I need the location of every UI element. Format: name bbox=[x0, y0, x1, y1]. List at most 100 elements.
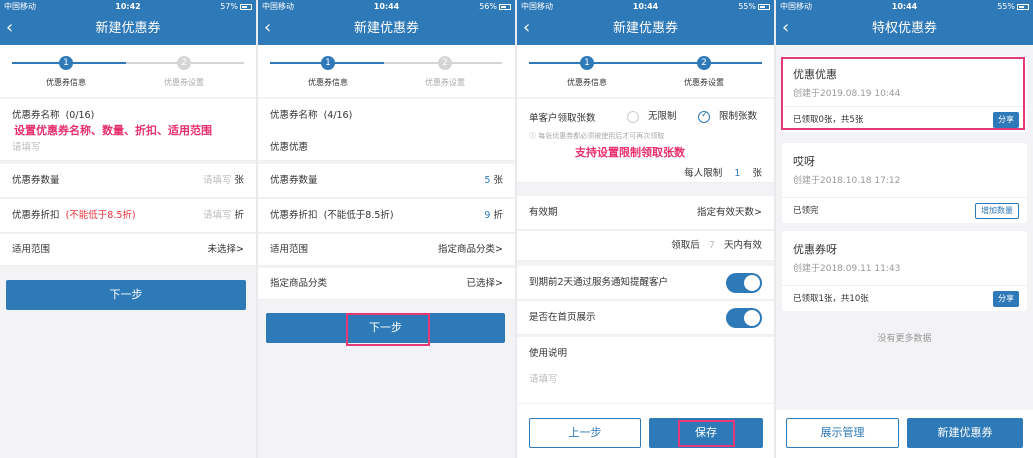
option-limited[interactable]: 限制张数 bbox=[698, 108, 757, 123]
coupon-qty-label: 优惠券数量 bbox=[12, 175, 60, 186]
radio-limited[interactable] bbox=[698, 110, 710, 123]
clock: 10:42 bbox=[115, 2, 141, 11]
coupon-name-label: 优惠券名称 bbox=[12, 110, 60, 121]
per-person-label: 每人限制 bbox=[684, 168, 723, 179]
qty-unit: 张 bbox=[493, 175, 503, 186]
after-unit: 天内有效 bbox=[723, 240, 762, 251]
discount-input[interactable]: 9 bbox=[484, 210, 490, 221]
annotation-text: 支持设置限制领取张数 bbox=[575, 146, 685, 159]
status-bar: 中国移动 10:42 57% bbox=[0, 0, 256, 13]
desc-input[interactable]: 请填写 bbox=[529, 371, 558, 385]
step-2-dot: 2 bbox=[438, 56, 452, 70]
category-row[interactable]: 指定商品分类 已选择> bbox=[258, 268, 515, 300]
nav-bar: ‹ 新建优惠券 bbox=[0, 13, 256, 45]
screen-new-coupon-step1-filled: 中国移动 10:44 56% ‹ 新建优惠券 1 2 优惠券信息 优惠券设置 优… bbox=[258, 0, 515, 458]
description-row: 使用说明 请填写 bbox=[517, 337, 774, 403]
scope-value[interactable]: 指定商品分类> bbox=[438, 234, 503, 266]
category-value[interactable]: 已选择> bbox=[467, 268, 503, 300]
category-label: 指定商品分类 bbox=[270, 278, 328, 289]
coupon-card[interactable]: 哎呀 创建于2018.10.18 17:12 已领完 增加数量 bbox=[782, 143, 1027, 223]
display-management-button[interactable]: 展示管理 bbox=[786, 418, 899, 448]
notify-toggle[interactable] bbox=[726, 273, 762, 293]
coupon-card[interactable]: 优惠券呀 创建于2018.09.11 11:43 已领取1张，共10张 分享 bbox=[782, 231, 1027, 311]
page-title: 特权优惠券 bbox=[871, 21, 937, 36]
next-button[interactable]: 下一步 bbox=[6, 280, 246, 310]
page-title: 新建优惠券 bbox=[353, 21, 419, 36]
step-2-dot: 2 bbox=[697, 56, 711, 70]
limit-label: 单客户领取张数 bbox=[529, 113, 596, 124]
battery-icon bbox=[240, 3, 252, 10]
step-indicator: 1 2 优惠券信息 优惠券设置 bbox=[517, 45, 774, 97]
highlight-box bbox=[346, 313, 430, 346]
coupon-name-row[interactable]: 优惠券名称 (4/16) 优惠优惠 bbox=[258, 99, 515, 161]
step-2-label: 优惠券设置 bbox=[164, 78, 204, 87]
create-coupon-button[interactable]: 新建优惠券 bbox=[907, 418, 1023, 448]
coupon-qty-input[interactable]: 5 bbox=[484, 175, 490, 186]
after-label: 领取后 bbox=[671, 240, 700, 251]
step-2-dot: 2 bbox=[177, 56, 191, 70]
step-1-label: 优惠券信息 bbox=[46, 78, 86, 87]
annotation-text: 设置优惠券名称、数量、折扣、适用范围 bbox=[14, 124, 212, 137]
step-1-dot: 1 bbox=[580, 56, 594, 70]
nav-bar: ‹ 新建优惠券 bbox=[258, 13, 515, 45]
add-quantity-button[interactable]: 增加数量 bbox=[975, 203, 1019, 219]
prev-button[interactable]: 上一步 bbox=[529, 418, 641, 448]
scope-label: 适用范围 bbox=[270, 244, 309, 255]
status-bar: 中国移动 10:44 56% bbox=[258, 0, 515, 13]
scope-row[interactable]: 适用范围 指定商品分类> bbox=[258, 234, 515, 266]
scope-row[interactable]: 适用范围 未选择> bbox=[0, 234, 256, 266]
discount-input[interactable]: 请填写 bbox=[203, 210, 232, 221]
battery-icon bbox=[1017, 3, 1029, 10]
discount-label: 优惠券折扣 bbox=[270, 210, 318, 221]
discount-note: (不能低于8.5折) bbox=[65, 210, 136, 221]
highlight-box bbox=[781, 57, 1025, 130]
home-toggle[interactable] bbox=[726, 308, 762, 328]
coupon-name: 哎呀 bbox=[793, 155, 815, 168]
step-2-label: 优惠券设置 bbox=[425, 78, 465, 87]
option-unlimited[interactable]: 无限制 bbox=[627, 108, 677, 123]
coupon-stat: 已领取1张，共10张 bbox=[793, 294, 869, 304]
coupon-name-input[interactable]: 优惠优惠 bbox=[270, 139, 308, 153]
clock: 10:44 bbox=[632, 2, 659, 11]
status-bar: 中国移动 10:44 55% bbox=[517, 0, 774, 13]
home-display-row: 是否在首页展示 bbox=[517, 301, 774, 335]
scope-value[interactable]: 未选择> bbox=[208, 234, 244, 266]
per-person-unit: 张 bbox=[752, 168, 762, 179]
home-label: 是否在首页展示 bbox=[529, 312, 596, 323]
battery: 55% bbox=[738, 0, 770, 13]
discount-unit: 折 bbox=[234, 210, 244, 221]
validity-row[interactable]: 有效期 指定有效天数> bbox=[517, 196, 774, 230]
validity-label: 有效期 bbox=[529, 207, 558, 218]
coupon-qty-input[interactable]: 请填写 bbox=[203, 175, 232, 186]
coupon-stat: 已领完 bbox=[793, 206, 819, 216]
battery-icon bbox=[499, 3, 511, 10]
no-more-data: 没有更多数据 bbox=[877, 334, 932, 344]
highlight-box bbox=[678, 420, 735, 447]
coupon-discount-row[interactable]: 优惠券折扣 (不能低于8.5折) 请填写 折 bbox=[0, 199, 256, 233]
battery: 57% bbox=[220, 0, 252, 13]
clock: 10:44 bbox=[891, 2, 918, 11]
coupon-qty-row[interactable]: 优惠券数量 5 张 bbox=[258, 164, 515, 198]
screenshot-collage: 中国移动 10:42 57% ‹ 新建优惠券 1 2 优惠券信息 优惠券设置 优… bbox=[0, 0, 1033, 458]
desc-label: 使用说明 bbox=[529, 348, 568, 359]
discount-unit: 折 bbox=[493, 210, 503, 221]
coupon-created: 创建于2018.09.11 11:43 bbox=[793, 264, 901, 274]
nav-bar: ‹ 特权优惠券 bbox=[776, 13, 1033, 45]
step-indicator: 1 2 优惠券信息 优惠券设置 bbox=[0, 45, 256, 97]
coupon-name-label: 优惠券名称 bbox=[270, 110, 318, 121]
per-person-input[interactable]: 1 bbox=[734, 168, 740, 179]
validity-value[interactable]: 指定有效天数> bbox=[697, 196, 762, 230]
battery: 56% bbox=[479, 0, 511, 13]
limit-tip: 每张优惠券都必须被使用后才可再次领取 bbox=[538, 132, 665, 140]
coupon-qty-row[interactable]: 优惠券数量 请填写 张 bbox=[0, 164, 256, 198]
step-1-label: 优惠券信息 bbox=[308, 78, 348, 87]
discount-label: 优惠券折扣 bbox=[12, 210, 60, 221]
radio-unlimited[interactable] bbox=[627, 110, 639, 123]
battery: 55% bbox=[997, 0, 1029, 13]
after-days-input[interactable]: 7 bbox=[709, 240, 715, 251]
coupon-discount-row[interactable]: 优惠券折扣 (不能低于8.5折) 9 折 bbox=[258, 199, 515, 233]
step-2-label: 优惠券设置 bbox=[684, 78, 724, 87]
notify-row: 到期前2天通过服务通知提醒客户 bbox=[517, 266, 774, 300]
share-button[interactable]: 分享 bbox=[993, 291, 1019, 307]
coupon-name-input[interactable]: 请填写 bbox=[12, 139, 41, 153]
